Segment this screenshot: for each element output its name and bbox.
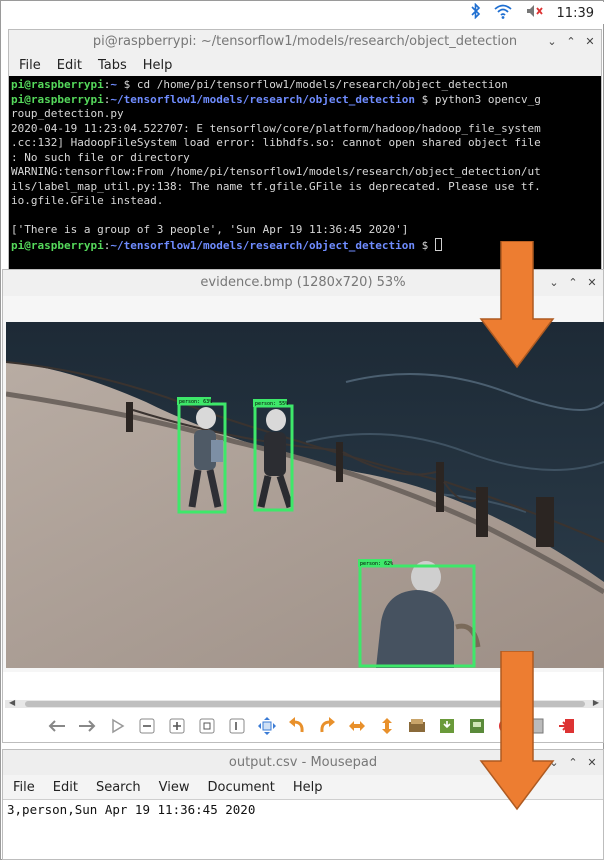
forward-icon[interactable] — [75, 714, 99, 738]
save-icon[interactable] — [435, 714, 459, 738]
open-file-icon[interactable] — [405, 714, 429, 738]
zoom-in-icon[interactable] — [165, 714, 189, 738]
terminal-window: pi@raspberrypi: ~/tensorflow1/models/res… — [8, 29, 602, 273]
menu-document[interactable]: Document — [207, 780, 274, 795]
detection-label: person: 55% — [255, 401, 288, 407]
menu-search[interactable]: Search — [96, 780, 141, 795]
down-arrow-icon — [479, 651, 555, 811]
menu-file[interactable]: File — [13, 780, 35, 795]
mousepad-title: output.csv - Mousepad — [228, 755, 378, 770]
down-arrow-icon — [479, 241, 555, 369]
menu-help[interactable]: Help — [143, 58, 173, 73]
terminal-cursor — [434, 237, 442, 251]
bluetooth-icon[interactable] — [470, 2, 481, 24]
terminal-title: pi@raspberrypi: ~/tensorflow1/models/res… — [92, 34, 518, 49]
menu-help[interactable]: Help — [293, 780, 323, 795]
play-icon[interactable] — [105, 714, 129, 738]
menu-edit[interactable]: Edit — [53, 780, 78, 795]
file-content: 3,person,Sun Apr 19 11:36:45 2020 — [7, 802, 256, 817]
maximize-button[interactable]: ⌃ — [566, 30, 576, 54]
close-button[interactable]: ✕ — [585, 30, 595, 54]
flip-horizontal-icon[interactable] — [345, 714, 369, 738]
rotate-right-icon[interactable] — [315, 714, 339, 738]
zoom-original-icon[interactable] — [225, 714, 249, 738]
system-tray: 11:39 — [470, 2, 594, 24]
terminal-titlebar[interactable]: pi@raspberrypi: ~/tensorflow1/models/res… — [9, 30, 601, 54]
volume-muted-icon[interactable] — [525, 3, 545, 24]
screen-frame: 11:39 pi@raspberrypi: ~/tensorflow1/mode… — [0, 0, 604, 860]
scroll-right-icon[interactable]: ▶ — [593, 698, 599, 707]
flip-vertical-icon[interactable] — [375, 714, 399, 738]
top-panel: 11:39 — [2, 2, 604, 24]
wifi-icon[interactable] — [493, 3, 513, 24]
viewer-title: evidence.bmp (1280x720) 53% — [200, 275, 406, 290]
zoom-fit-icon[interactable] — [195, 714, 219, 738]
close-button[interactable]: ✕ — [587, 750, 597, 775]
menu-file[interactable]: File — [19, 58, 41, 73]
menu-edit[interactable]: Edit — [57, 58, 82, 73]
back-icon[interactable] — [45, 714, 69, 738]
clock[interactable]: 11:39 — [557, 6, 594, 21]
fullscreen-icon[interactable] — [255, 714, 279, 738]
terminal-menubar: File Edit Tabs Help — [9, 54, 601, 76]
zoom-out-icon[interactable] — [135, 714, 159, 738]
close-button[interactable]: ✕ — [587, 270, 597, 296]
minimize-button[interactable]: ⌄ — [547, 30, 557, 54]
scroll-left-icon[interactable]: ◀ — [9, 698, 15, 707]
maximize-button[interactable]: ⌃ — [568, 750, 578, 775]
menu-tabs[interactable]: Tabs — [98, 58, 127, 73]
exit-icon[interactable] — [555, 714, 579, 738]
maximize-button[interactable]: ⌃ — [568, 270, 578, 296]
detection-label: person: 62% — [360, 561, 393, 567]
rotate-left-icon[interactable] — [285, 714, 309, 738]
detection-label: person: 63% — [179, 399, 212, 405]
evidence-image[interactable]: person: 63% person: 55% person: 62% — [6, 322, 604, 668]
menu-view[interactable]: View — [159, 780, 190, 795]
